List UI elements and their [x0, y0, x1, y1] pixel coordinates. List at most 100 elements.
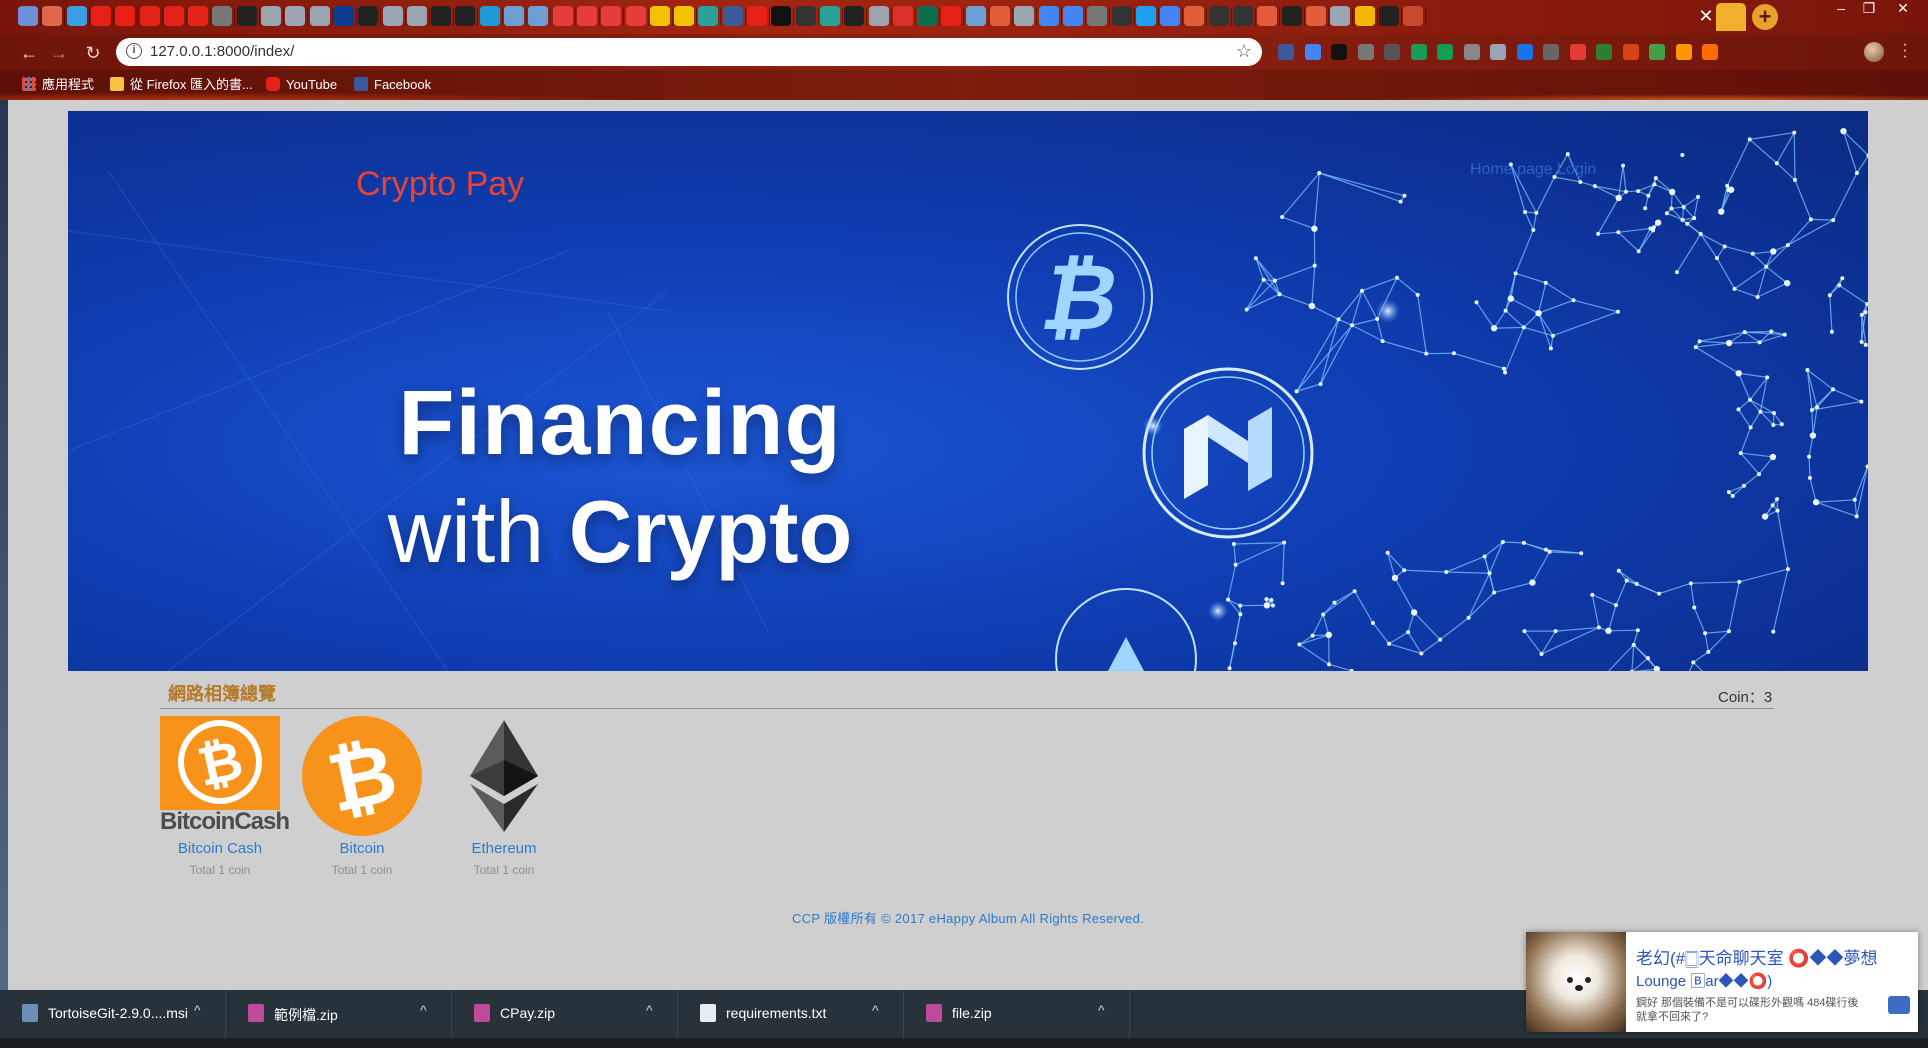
url-text[interactable]: 127.0.0.1:8000/index/: [150, 43, 294, 60]
tab-favicon[interactable]: [674, 6, 695, 26]
extension-icon[interactable]: [1596, 44, 1612, 60]
extension-icon[interactable]: [1649, 44, 1665, 60]
extension-icon[interactable]: [1516, 44, 1533, 60]
tab-favicon[interactable]: [819, 6, 840, 26]
tab-favicon[interactable]: [406, 6, 427, 26]
tab-favicon[interactable]: [965, 6, 986, 26]
chevron-up-icon[interactable]: ^: [646, 1002, 653, 1018]
tab-favicon[interactable]: [1111, 6, 1132, 26]
tab-favicon[interactable]: [990, 6, 1010, 26]
tab-favicon[interactable]: [18, 6, 38, 26]
tab-favicon[interactable]: [333, 6, 354, 26]
tab-favicon[interactable]: [601, 6, 622, 26]
brand-logo-text[interactable]: Crypto Pay: [356, 165, 524, 204]
tab-favicon[interactable]: [1281, 6, 1302, 26]
bookmark-star-icon[interactable]: ☆: [1236, 41, 1252, 62]
extension-icon[interactable]: [1278, 44, 1294, 60]
tab-favicon[interactable]: [892, 6, 913, 26]
tab-favicon[interactable]: [1062, 6, 1083, 26]
bitcoin-logo[interactable]: ₿: [302, 716, 422, 836]
extension-icon[interactable]: [1622, 44, 1639, 60]
extension-icon[interactable]: [1490, 44, 1506, 60]
new-tab-button[interactable]: +: [1752, 4, 1778, 30]
download-filename[interactable]: file.zip: [952, 1005, 992, 1021]
address-bar[interactable]: i 127.0.0.1:8000/index/ ☆: [116, 38, 1262, 66]
tab-favicon[interactable]: [261, 6, 281, 26]
tab-favicon[interactable]: [90, 6, 111, 26]
chevron-up-icon[interactable]: ^: [420, 1002, 427, 1018]
tab-favicon[interactable]: [771, 6, 792, 26]
coin-name[interactable]: Ethereum: [444, 840, 564, 857]
chevron-up-icon[interactable]: ^: [872, 1002, 879, 1018]
tab-favicon[interactable]: [431, 6, 452, 26]
download-filename[interactable]: TortoiseGit-2.9.0....msi: [48, 1005, 188, 1021]
back-button[interactable]: ←: [18, 42, 40, 64]
profile-avatar[interactable]: [1864, 42, 1884, 62]
bitcoin-cash-logo[interactable]: ₿ BitcoinCash: [160, 716, 290, 836]
tab-favicon[interactable]: [115, 6, 136, 26]
coin-name[interactable]: Bitcoin Cash: [160, 840, 280, 857]
bookmark-facebook[interactable]: Facebook: [354, 76, 431, 94]
tab-favicon[interactable]: [285, 6, 306, 26]
extension-icon[interactable]: [1357, 44, 1374, 60]
extension-icon[interactable]: [1675, 44, 1692, 60]
tab-favicon[interactable]: [1330, 6, 1351, 26]
tab-favicon[interactable]: [649, 6, 670, 26]
download-item[interactable]: 範例檔.zip ^: [226, 990, 452, 1038]
tab-favicon[interactable]: [504, 6, 524, 26]
tab-favicon[interactable]: [1087, 6, 1108, 26]
tab-favicon[interactable]: [941, 6, 962, 26]
extension-icon[interactable]: [1543, 44, 1559, 60]
coin-card-ethereum[interactable]: Ethereum Total 1 coin: [444, 716, 564, 877]
tab-favicon[interactable]: [1208, 6, 1229, 26]
reload-button[interactable]: ↻: [82, 42, 104, 64]
coin-name[interactable]: Bitcoin: [302, 840, 422, 857]
tab-favicon[interactable]: [66, 6, 87, 26]
tab-favicon[interactable]: [1257, 6, 1278, 26]
tab-favicon[interactable]: [163, 6, 184, 26]
tab-favicon[interactable]: [552, 6, 573, 26]
download-filename[interactable]: CPay.zip: [500, 1005, 555, 1021]
tab-favicon[interactable]: [139, 6, 160, 26]
download-filename[interactable]: 範例檔.zip: [274, 1005, 338, 1025]
tab-favicon[interactable]: [358, 6, 379, 26]
tab-favicon[interactable]: [1038, 6, 1059, 26]
close-window-button[interactable]: ✕: [1880, 0, 1926, 18]
extension-icon[interactable]: [1304, 44, 1321, 60]
bookmark-firefox-folder[interactable]: 從 Firefox 匯入的書...: [110, 76, 253, 94]
chat-notification[interactable]: 老幻(#🀆天命聊天室 ⭕◆◆夢想 Lounge 🄱ar◆◆⭕) 鋼好 那個裝備不…: [1526, 932, 1918, 1032]
tab-favicon[interactable]: [188, 6, 209, 26]
tab-favicon[interactable]: [1135, 6, 1156, 26]
extension-icon[interactable]: [1410, 44, 1427, 60]
download-item[interactable]: TortoiseGit-2.9.0....msi ^: [0, 990, 226, 1038]
tab-favicon[interactable]: [625, 6, 646, 26]
extension-icon[interactable]: [1331, 44, 1347, 60]
tab-favicon[interactable]: [236, 6, 257, 26]
chat-bubble-icon[interactable]: [1888, 996, 1910, 1014]
chevron-up-icon[interactable]: ^: [1098, 1002, 1105, 1018]
download-item[interactable]: CPay.zip ^: [452, 990, 678, 1038]
download-item[interactable]: file.zip ^: [904, 990, 1130, 1038]
extension-icon[interactable]: [1569, 44, 1586, 60]
tab-favicon[interactable]: [698, 6, 719, 26]
site-info-icon[interactable]: i: [126, 43, 142, 59]
extension-icon[interactable]: [1463, 44, 1480, 60]
extension-icon[interactable]: [1384, 44, 1400, 60]
extension-icon[interactable]: [1702, 44, 1718, 60]
tab-favicon[interactable]: [1160, 6, 1181, 26]
nav-login-link[interactable]: Login: [1557, 161, 1596, 178]
tab-favicon[interactable]: [722, 6, 743, 26]
tab-favicon[interactable]: [42, 6, 63, 26]
tab-favicon[interactable]: [795, 6, 816, 26]
tab-favicon[interactable]: [917, 6, 938, 26]
tab-favicon[interactable]: [747, 6, 767, 26]
tab-favicon[interactable]: [212, 6, 233, 26]
chevron-up-icon[interactable]: ^: [194, 1002, 201, 1018]
ethereum-logo[interactable]: [444, 716, 564, 836]
tab-favicon[interactable]: [382, 6, 403, 26]
tab-favicon[interactable]: [1403, 6, 1424, 26]
tab-favicon[interactable]: [1354, 6, 1375, 26]
forward-button[interactable]: →: [48, 42, 70, 64]
download-item[interactable]: requirements.txt ^: [678, 990, 904, 1038]
tab-close-icon[interactable]: ✕: [1694, 4, 1718, 28]
